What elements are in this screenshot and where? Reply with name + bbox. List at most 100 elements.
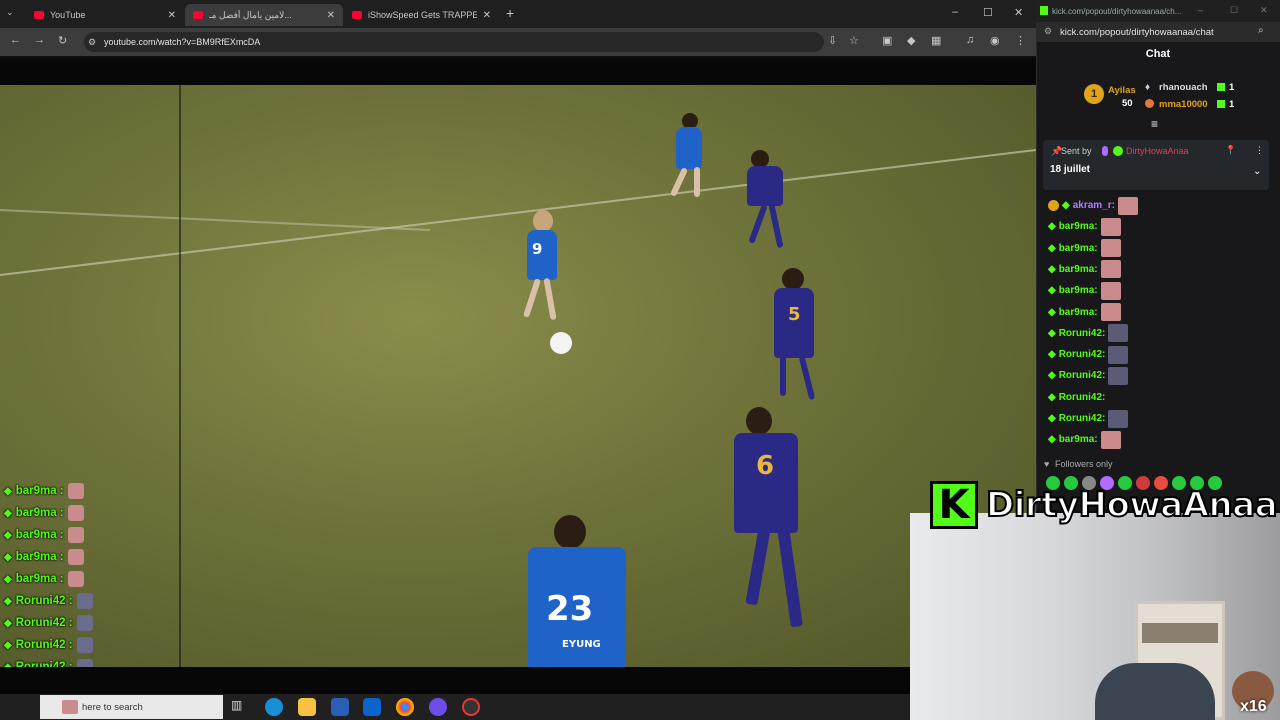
store-icon[interactable]: [331, 698, 349, 716]
sub-badge-icon: ◆: [4, 529, 12, 541]
sub-badge-icon: ◆: [1062, 200, 1070, 211]
overlay-chat-row: ◆ Roruni42 :: [4, 634, 124, 656]
chat-username[interactable]: Roruni42:: [1059, 392, 1106, 403]
media-icon[interactable]: ♫: [966, 34, 974, 46]
chat-username[interactable]: akram_r:: [1073, 200, 1115, 211]
chat-message[interactable]: ◆ bar9ma:: [1048, 429, 1268, 450]
task-view-icon[interactable]: ▥: [231, 698, 249, 716]
close-icon[interactable]: ✕: [168, 10, 176, 21]
kick-logo: K: [930, 481, 978, 529]
back-icon[interactable]: ←: [10, 34, 21, 46]
tab-search-icon[interactable]: ⌄: [6, 7, 14, 18]
url-text: youtube.com/watch?v=BM9RfEXmcDA: [104, 37, 261, 47]
chat-message[interactable]: ◆ Roruni42:: [1048, 323, 1268, 344]
install-icon[interactable]: ⇩: [828, 34, 837, 47]
maximize-icon[interactable]: ☐: [983, 6, 993, 19]
emote-icon: [76, 637, 93, 653]
chat-message[interactable]: ◆ Roruni42:: [1048, 408, 1268, 429]
jersey-number: 5: [788, 304, 801, 325]
chat-username[interactable]: bar9ma:: [1059, 221, 1098, 232]
chat-message[interactable]: ◆ Roruni42:: [1048, 387, 1268, 408]
sent-by-label: Sent by: [1061, 146, 1092, 156]
unpin-icon[interactable]: 📍: [1225, 145, 1236, 156]
window-close-icon[interactable]: ✕: [1014, 6, 1023, 19]
youtube-icon: [352, 11, 362, 19]
search-emote-icon: [62, 700, 78, 714]
minimize-icon[interactable]: –: [952, 6, 958, 18]
pinned-date: 18 juillet: [1050, 164, 1091, 175]
chat-username[interactable]: Roruni42:: [1059, 413, 1106, 424]
zoom-icon[interactable]: ⌕: [1258, 25, 1264, 36]
translate-icon[interactable]: ▣: [882, 34, 892, 47]
more-icon[interactable]: ⋮: [1255, 145, 1264, 156]
outlook-icon[interactable]: [363, 698, 381, 716]
tab-lamine-yamal[interactable]: لامين يامال أفضل مـ... ✕: [185, 4, 343, 26]
chat-username[interactable]: bar9ma:: [1059, 243, 1098, 254]
close-icon[interactable]: ✕: [1260, 5, 1268, 16]
maximize-icon[interactable]: ☐: [1230, 5, 1238, 16]
chevron-down-icon[interactable]: ⌄: [1253, 166, 1261, 177]
pinned-message[interactable]: 📌 Sent by DirtyHowaAnaa 📍 ⋮ 18 juillet ⌄: [1043, 140, 1269, 190]
profile-icon[interactable]: ◉: [990, 34, 1000, 47]
extensions-puzzle-icon[interactable]: ▦: [931, 34, 941, 47]
minimize-icon[interactable]: –: [1198, 5, 1203, 15]
chat-url-bar[interactable]: ⚙ kick.com/popout/dirtyhowaanaa/chat ⌕: [1036, 22, 1280, 42]
reload-icon[interactable]: ↻: [58, 34, 67, 47]
emote-icon: [1100, 217, 1121, 236]
overlay-chat-user: bar9ma :: [15, 551, 64, 563]
obs-icon[interactable]: [462, 698, 480, 716]
video-frame[interactable]: 9 5 6 23 EYUNG ◆ bar9ma: ◆ bar9ma: ◆ b…: [0, 85, 1036, 667]
edge-icon[interactable]: [265, 698, 283, 716]
chat-username[interactable]: bar9ma:: [1059, 285, 1098, 296]
address-bar[interactable]: youtube.com/watch?v=BM9RfEXmcDA: [84, 32, 824, 52]
sub-icon: [1217, 83, 1225, 91]
chat-username[interactable]: Roruni42:: [1059, 370, 1106, 381]
sub-badge-icon: ◆: [1048, 327, 1056, 339]
chat-username[interactable]: Roruni42:: [1059, 328, 1106, 339]
overlay-chat-user: bar9ma :: [15, 485, 64, 497]
app-icon[interactable]: [429, 698, 447, 716]
menu-icon[interactable]: ⋮: [1015, 34, 1026, 47]
emote-icon: [1108, 345, 1129, 364]
tab-title: YouTube: [50, 10, 86, 20]
forward-icon[interactable]: →: [34, 34, 45, 46]
emote-icon: [1100, 430, 1121, 449]
sub-badge-icon: ◆: [4, 551, 12, 563]
new-tab-icon[interactable]: +: [506, 5, 514, 21]
extension-icon[interactable]: ◆: [907, 34, 915, 47]
overlay-chat-row: ◆ bar9ma :: [4, 480, 124, 502]
chrome-icon[interactable]: [396, 698, 414, 716]
chat-mode-label: Followers only: [1055, 459, 1113, 469]
tab-title: iShowSpeed Gets TRAPPED in ...: [368, 10, 477, 20]
emote-icon: [76, 659, 93, 667]
chat-message[interactable]: ◆ bar9ma:: [1048, 216, 1268, 237]
file-explorer-icon[interactable]: [298, 698, 316, 716]
close-icon[interactable]: ✕: [327, 10, 335, 21]
streamer-brand: K DirtyHowaAnaa: [930, 481, 1279, 529]
jersey-number: 23: [546, 589, 594, 629]
chat-username[interactable]: Roruni42:: [1059, 349, 1106, 360]
chat-message[interactable]: ◆ bar9ma:: [1048, 302, 1268, 323]
supporter-name[interactable]: mma10000: [1159, 99, 1208, 110]
browser-window: ⌄ YouTube ✕ لامين يامال أفضل مـ... ✕ iSh…: [0, 0, 1036, 720]
expand-lines-icon[interactable]: ≡: [1151, 117, 1158, 131]
tab-youtube[interactable]: YouTube ✕: [26, 4, 184, 26]
chat-message[interactable]: ◆ Roruni42:: [1048, 344, 1268, 365]
supporter-name[interactable]: rhanouach: [1159, 82, 1208, 93]
tab-ishowspeed[interactable]: iShowSpeed Gets TRAPPED in ... ✕: [344, 4, 499, 26]
chat-message[interactable]: ◆ bar9ma:: [1048, 259, 1268, 280]
bookmark-star-icon[interactable]: ☆: [849, 34, 859, 47]
chat-message[interactable]: ◆ akram_r:: [1048, 195, 1268, 216]
site-info-icon[interactable]: ⚙: [88, 37, 96, 48]
chat-username[interactable]: bar9ma:: [1059, 264, 1098, 275]
emote-icon: [1108, 324, 1129, 343]
close-icon[interactable]: ✕: [483, 10, 491, 21]
chat-message[interactable]: ◆ bar9ma:: [1048, 238, 1268, 259]
chat-message[interactable]: ◆ bar9ma:: [1048, 280, 1268, 301]
top-supporter-name[interactable]: Ayilas: [1108, 85, 1136, 96]
chat-username[interactable]: bar9ma:: [1059, 307, 1098, 318]
rank-coin-icon: 1: [1084, 84, 1104, 104]
pinned-author[interactable]: DirtyHowaAnaa: [1126, 146, 1189, 156]
chat-username[interactable]: bar9ma:: [1059, 434, 1098, 445]
chat-message[interactable]: ◆ Roruni42:: [1048, 365, 1268, 386]
